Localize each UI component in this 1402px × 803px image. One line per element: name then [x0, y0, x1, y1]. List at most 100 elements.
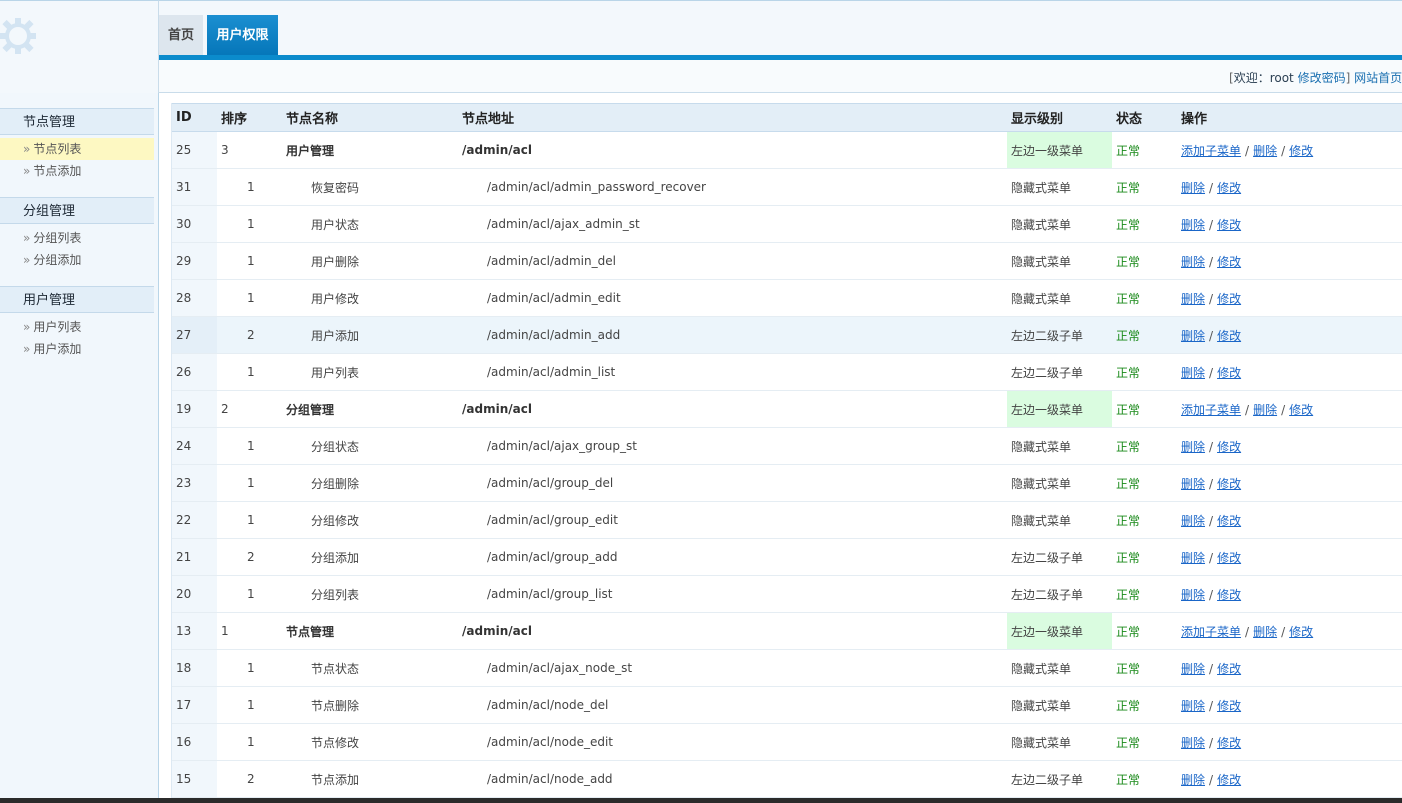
sidebar-item[interactable]: » 节点添加	[0, 160, 154, 182]
edit-link[interactable]: 修改	[1217, 218, 1241, 232]
cell-ops: 删除 / 修改	[1177, 464, 1402, 502]
cell-id: 22	[172, 501, 217, 539]
edit-link[interactable]: 修改	[1217, 255, 1241, 269]
cell-url: /admin/acl/admin_edit	[458, 279, 1007, 317]
delete-link[interactable]: 删除	[1253, 403, 1277, 417]
sidebar-item[interactable]: » 分组添加	[0, 249, 154, 271]
edit-link[interactable]: 修改	[1289, 403, 1313, 417]
edit-link[interactable]: 修改	[1217, 699, 1241, 713]
edit-link[interactable]: 修改	[1217, 477, 1241, 491]
table-row: 31 1 恢复密码/admin/acl/admin_password_recover…	[172, 168, 1402, 206]
sidebar-group-title[interactable]: 节点管理	[0, 108, 154, 135]
edit-link[interactable]: 修改	[1217, 551, 1241, 565]
cell-sort: 1	[217, 723, 282, 761]
cell-name: 用户列表	[282, 353, 458, 391]
delete-link[interactable]: 删除	[1181, 551, 1205, 565]
cell-status: 正常	[1112, 649, 1177, 687]
ops-separator: /	[1281, 624, 1286, 639]
delete-link[interactable]: 删除	[1181, 662, 1205, 676]
edit-link[interactable]: 修改	[1217, 588, 1241, 602]
delete-link[interactable]: 删除	[1253, 144, 1277, 158]
delete-link[interactable]: 删除	[1181, 736, 1205, 750]
edit-link[interactable]: 修改	[1289, 144, 1313, 158]
delete-link[interactable]: 删除	[1181, 440, 1205, 454]
tab-home[interactable]: 首页	[159, 15, 203, 56]
delete-link[interactable]: 删除	[1181, 366, 1205, 380]
sidebar-item[interactable]: » 用户添加	[0, 338, 154, 360]
ops-separator: /	[1209, 254, 1214, 269]
add-submenu-link[interactable]: 添加子菜单	[1181, 403, 1241, 417]
ops-separator: /	[1281, 402, 1286, 417]
change-password-link[interactable]: 修改密码	[1298, 71, 1346, 85]
cell-id: 26	[172, 353, 217, 391]
cell-name: 节点状态	[282, 649, 458, 687]
table-row: 22 1 分组修改/admin/acl/group_edit 隐藏式菜单 正常 删除 / 修改	[172, 501, 1402, 539]
cell-name: 用户管理	[282, 131, 458, 169]
cell-id: 24	[172, 427, 217, 465]
delete-link[interactable]: 删除	[1181, 181, 1205, 195]
cell-level: 左边一级菜单	[1007, 612, 1112, 650]
sidebar-group: 节点管理 » 节点列表» 节点添加	[0, 108, 158, 182]
delete-link[interactable]: 删除	[1181, 514, 1205, 528]
delete-link[interactable]: 删除	[1253, 625, 1277, 639]
cell-name: 用户修改	[282, 279, 458, 317]
table-row: 15 2 节点添加/admin/acl/node_add 左边二级子单 正常 删除 / 修改	[172, 760, 1402, 798]
table-row: 29 1 用户删除/admin/acl/admin_del 隐藏式菜单 正常 删除 / 修改	[172, 242, 1402, 280]
delete-link[interactable]: 删除	[1181, 292, 1205, 306]
edit-link[interactable]: 修改	[1217, 292, 1241, 306]
delete-link[interactable]: 删除	[1181, 329, 1205, 343]
cell-ops: 删除 / 修改	[1177, 649, 1402, 687]
cell-url: /admin/acl/ajax_admin_st	[458, 205, 1007, 243]
cell-id: 19	[172, 390, 217, 428]
table-row: 20 1 分组列表/admin/acl/group_list 左边二级子单 正常 删除 / 修…	[172, 575, 1402, 613]
sidebar-group-title[interactable]: 用户管理	[0, 286, 154, 313]
edit-link[interactable]: 修改	[1217, 181, 1241, 195]
cell-level: 左边二级子单	[1007, 316, 1112, 354]
add-submenu-link[interactable]: 添加子菜单	[1181, 625, 1241, 639]
ops-separator: /	[1281, 143, 1286, 158]
sidebar-group-title[interactable]: 分组管理	[0, 197, 154, 224]
delete-link[interactable]: 删除	[1181, 255, 1205, 269]
delete-link[interactable]: 删除	[1181, 588, 1205, 602]
sidebar-item[interactable]: » 节点列表	[0, 138, 154, 160]
welcome-bar: [欢迎：root 修改密码] 网站首页	[159, 60, 1402, 93]
delete-link[interactable]: 删除	[1181, 699, 1205, 713]
edit-link[interactable]: 修改	[1217, 773, 1241, 787]
ops-separator: /	[1209, 698, 1214, 713]
cell-sort: 1	[217, 168, 282, 206]
edit-link[interactable]: 修改	[1217, 662, 1241, 676]
edit-link[interactable]: 修改	[1217, 366, 1241, 380]
cell-name: 恢复密码	[282, 168, 458, 206]
cell-name: 节点删除	[282, 686, 458, 724]
delete-link[interactable]: 删除	[1181, 773, 1205, 787]
edit-link[interactable]: 修改	[1217, 736, 1241, 750]
sidebar-item[interactable]: » 用户列表	[0, 316, 154, 338]
cell-status: 正常	[1112, 316, 1177, 354]
add-submenu-link[interactable]: 添加子菜单	[1181, 144, 1241, 158]
delete-link[interactable]: 删除	[1181, 218, 1205, 232]
edit-link[interactable]: 修改	[1217, 514, 1241, 528]
cell-level: 隐藏式菜单	[1007, 649, 1112, 687]
cell-sort: 1	[217, 612, 282, 650]
raquo-icon: »	[23, 231, 31, 245]
sidebar-group: 分组管理 » 分组列表» 分组添加	[0, 197, 158, 271]
edit-link[interactable]: 修改	[1217, 440, 1241, 454]
cell-status: 正常	[1112, 168, 1177, 206]
cell-level: 隐藏式菜单	[1007, 723, 1112, 761]
bracket-close: ]	[1345, 71, 1351, 85]
table-row: 16 1 节点修改/admin/acl/node_edit 隐藏式菜单 正常 删除 / 修改	[172, 723, 1402, 761]
tab-user-permissions[interactable]: 用户权限	[207, 15, 278, 56]
delete-link[interactable]: 删除	[1181, 477, 1205, 491]
site-home-link[interactable]: 网站首页	[1354, 71, 1402, 85]
cell-status: 正常	[1112, 501, 1177, 539]
cell-url: /admin/acl	[458, 131, 1007, 169]
sidebar-item[interactable]: » 分组列表	[0, 227, 154, 249]
cell-name: 用户添加	[282, 316, 458, 354]
cell-url: /admin/acl/node_add	[458, 760, 1007, 798]
cell-status: 正常	[1112, 464, 1177, 502]
edit-link[interactable]: 修改	[1289, 625, 1313, 639]
cell-ops: 删除 / 修改	[1177, 760, 1402, 798]
table-row: 13 1 节点管理/admin/acl 左边一级菜单 正常 添加子菜单 / 删除 / 修改	[172, 612, 1402, 650]
edit-link[interactable]: 修改	[1217, 329, 1241, 343]
node-table-container: ID 排序 节点名称 节点地址 显示级别 状态 操作 25 3 用户管理/admin…	[171, 103, 1402, 803]
